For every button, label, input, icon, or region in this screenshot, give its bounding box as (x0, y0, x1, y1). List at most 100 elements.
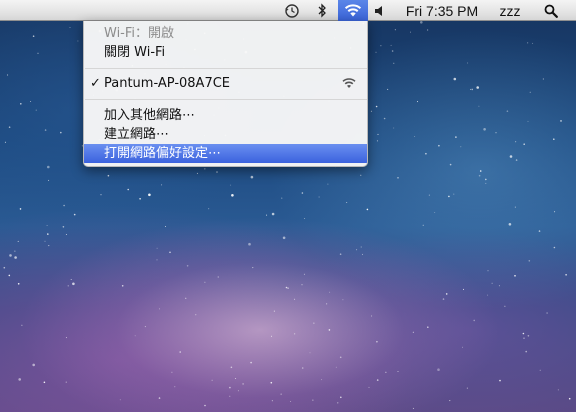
star (427, 29, 429, 31)
star (542, 78, 544, 80)
star (546, 312, 548, 314)
create-network-item[interactable]: 建立網路⋯ (84, 125, 367, 144)
star (532, 42, 534, 44)
star (508, 223, 512, 226)
star (250, 175, 254, 179)
time-machine-menu[interactable] (280, 0, 304, 21)
star (425, 152, 427, 155)
star (467, 62, 469, 64)
star (515, 159, 518, 161)
star (21, 324, 23, 326)
star (506, 110, 509, 112)
star (32, 35, 35, 37)
star (67, 285, 69, 287)
star (196, 172, 198, 174)
star (538, 230, 541, 232)
star (346, 202, 348, 203)
star (414, 136, 416, 137)
network-item-pantum[interactable]: ✓ Pantum-AP-08A7CE (84, 74, 367, 93)
star (208, 208, 210, 210)
star (134, 335, 136, 337)
star (156, 247, 158, 249)
star (60, 131, 62, 134)
star (368, 386, 370, 388)
wifi-dropdown-menu: Wi-Fi：開啟 關閉 Wi-Fi ✓ Pantum-AP-08A7CE 加入其… (83, 21, 368, 167)
open-network-preferences-label: 打開網路偏好設定⋯ (104, 146, 222, 161)
star (156, 259, 158, 261)
spotlight-menu[interactable] (538, 0, 564, 21)
star (393, 127, 395, 129)
star (495, 132, 497, 134)
star (460, 146, 462, 148)
star (318, 196, 320, 198)
star (487, 270, 489, 272)
wifi-status-label: Wi-Fi：開啟 (104, 26, 175, 41)
star (438, 144, 440, 147)
star (515, 141, 517, 143)
star (7, 74, 9, 76)
star (539, 369, 541, 371)
star (303, 273, 305, 275)
open-network-preferences-item[interactable]: 打開網路偏好設定⋯ (84, 144, 367, 163)
star (339, 253, 342, 255)
star (8, 274, 11, 277)
star (4, 141, 6, 143)
star (107, 174, 110, 177)
star (301, 192, 304, 194)
star (449, 163, 452, 166)
star (43, 381, 46, 384)
star (35, 109, 37, 111)
star (335, 366, 337, 368)
join-other-network-item[interactable]: 加入其他網路⋯ (84, 106, 367, 125)
star (139, 198, 141, 200)
star (391, 50, 394, 52)
star (487, 294, 489, 296)
star (17, 240, 19, 242)
star (491, 282, 493, 284)
star (523, 143, 525, 145)
star (229, 386, 231, 389)
star (301, 284, 303, 286)
star (375, 105, 378, 108)
star (394, 29, 396, 31)
star (72, 282, 75, 286)
star (485, 178, 487, 181)
star (527, 42, 529, 44)
star (37, 52, 39, 54)
turn-off-wifi-item[interactable]: 關閉 Wi-Fi (84, 43, 367, 62)
star (471, 88, 474, 91)
star (204, 281, 206, 283)
menu-bar-user[interactable]: zzz (492, 0, 528, 21)
star (483, 128, 486, 131)
star (313, 322, 315, 324)
star (48, 245, 50, 247)
menu-separator (85, 68, 367, 69)
star (437, 368, 440, 372)
menu-bar-clock[interactable]: Fri 7:35 PM (396, 0, 488, 21)
volume-menu[interactable] (371, 0, 389, 21)
star (321, 379, 323, 381)
star (397, 371, 399, 372)
star (445, 293, 448, 295)
star (280, 393, 282, 395)
star (237, 390, 239, 392)
star (485, 182, 487, 184)
star (229, 395, 231, 397)
volume-icon (375, 5, 382, 16)
star (77, 40, 79, 42)
star (19, 208, 22, 210)
star (504, 305, 506, 307)
star (514, 206, 516, 208)
star (529, 91, 531, 93)
star (499, 379, 501, 382)
star (301, 367, 304, 369)
star (522, 332, 525, 335)
star (14, 250, 16, 252)
star (514, 275, 516, 277)
star (412, 331, 414, 333)
star (204, 168, 206, 170)
wifi-menu[interactable] (338, 0, 368, 21)
bluetooth-menu[interactable] (312, 0, 332, 21)
star (565, 274, 567, 276)
star (528, 260, 531, 262)
